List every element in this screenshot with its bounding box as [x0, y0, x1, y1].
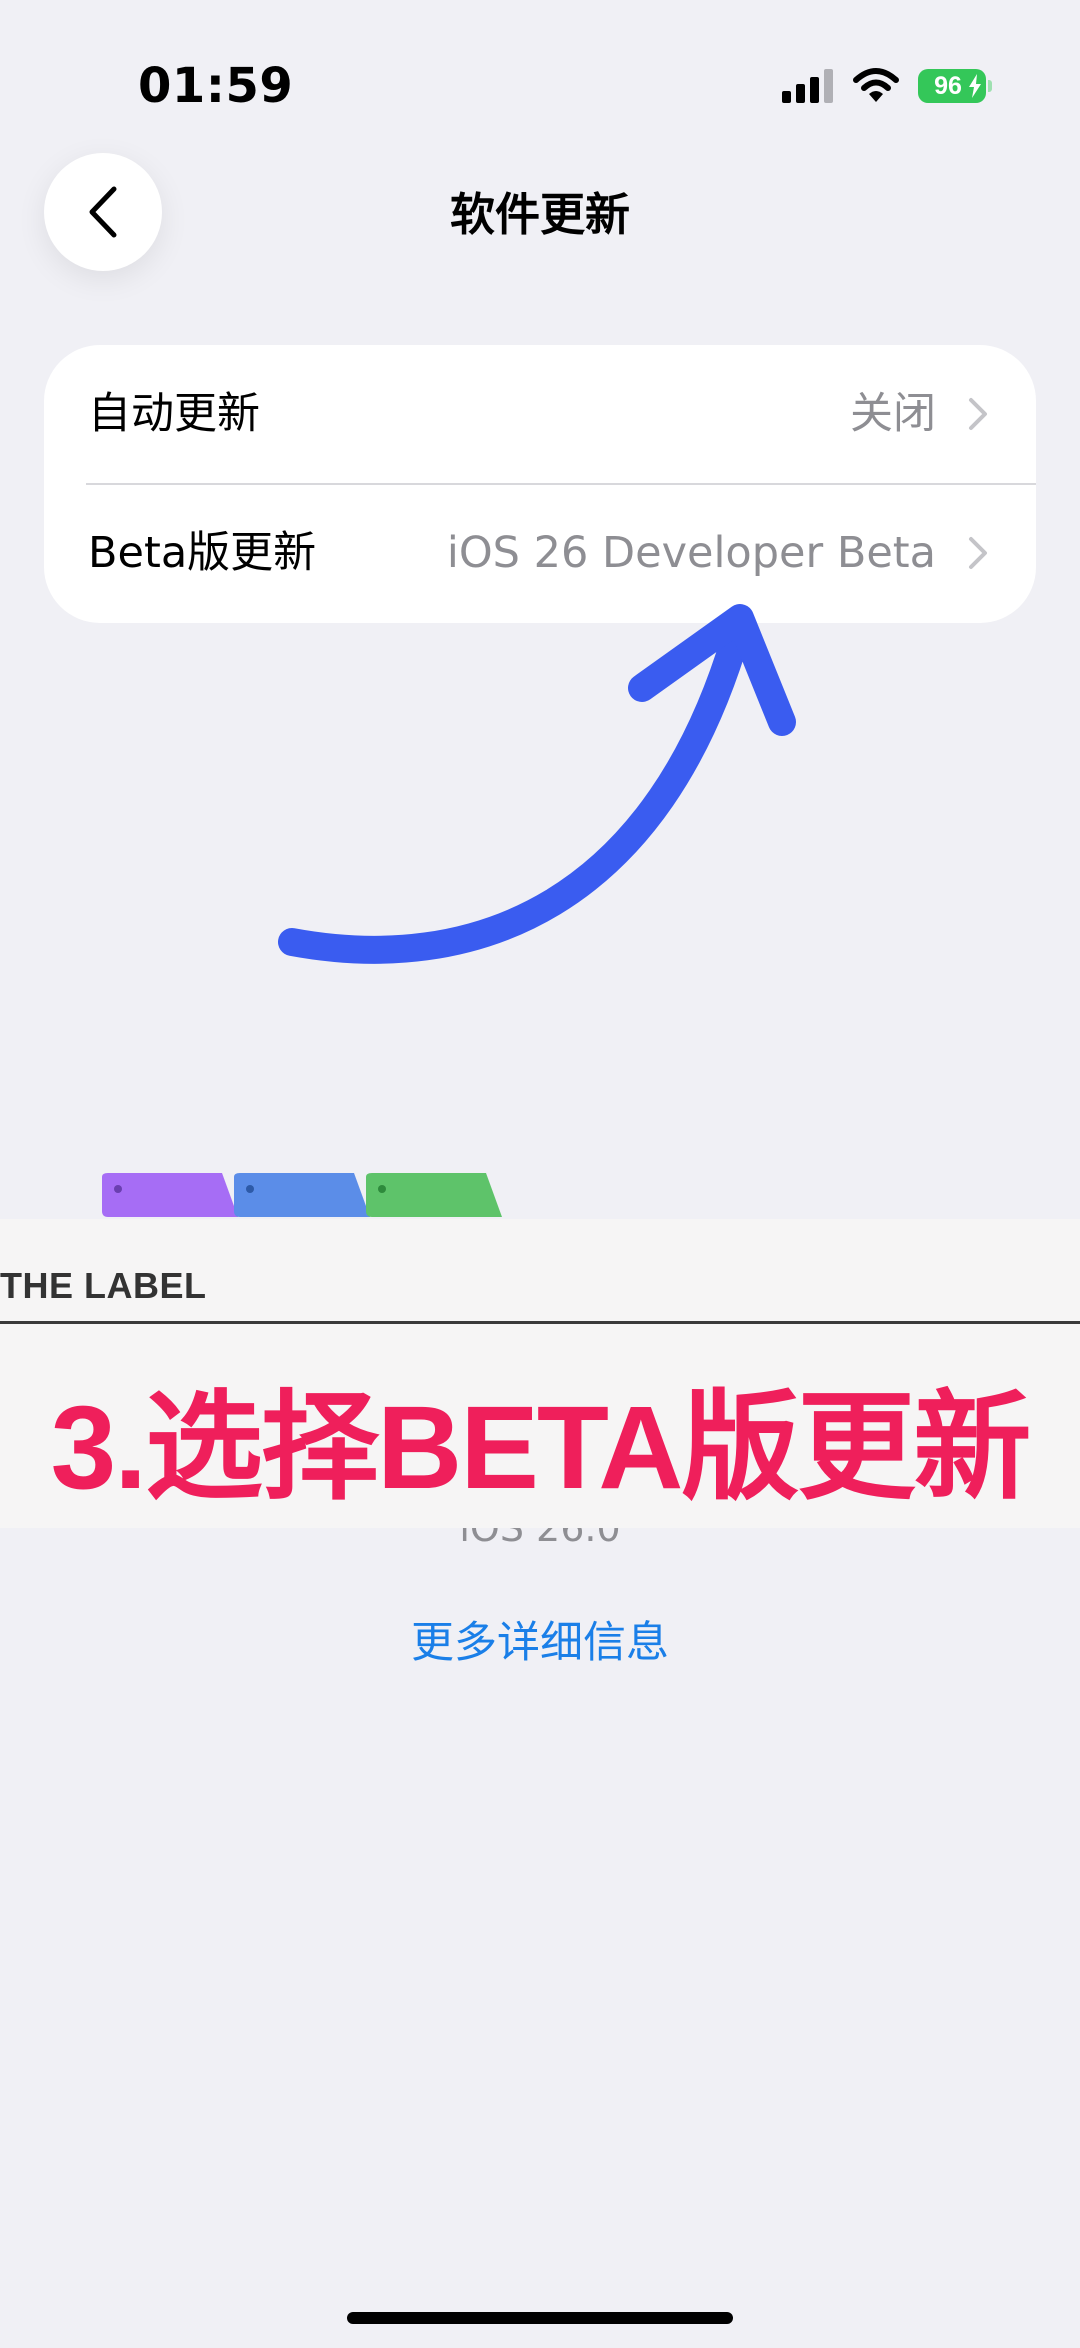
- auto-update-value: 关闭: [850, 389, 936, 439]
- more-info-link[interactable]: 更多详细信息: [0, 1608, 1080, 1670]
- step-caption: 3.选择BETA版更新: [50, 1382, 1032, 1514]
- wifi-icon: [853, 68, 899, 102]
- chevron-right-icon: [969, 537, 987, 569]
- page-title: 软件更新: [449, 188, 630, 241]
- cellular-signal-icon: [782, 69, 833, 103]
- label-tabs: [102, 1173, 502, 1217]
- label-header: THE LABEL: [0, 1265, 207, 1306]
- settings-card: 自动更新 关闭 Beta版更新 iOS 26 Developer Beta: [44, 345, 1036, 623]
- status-bar: 01:59 96: [0, 0, 1080, 170]
- battery-level: 96: [934, 72, 962, 100]
- status-icons: 96: [782, 62, 992, 110]
- home-indicator[interactable]: [347, 2312, 733, 2324]
- annotation-arrow-icon: [278, 604, 796, 964]
- label-divider: [0, 1321, 1080, 1324]
- overlay-label: THE LABEL 3.选择BETA版更新: [0, 1173, 1080, 1528]
- battery-charging-icon: 96: [918, 69, 992, 103]
- status-time: 01:59: [138, 58, 294, 114]
- chevron-right-icon: [969, 398, 987, 430]
- auto-update-label: 自动更新: [88, 389, 260, 439]
- auto-update-row[interactable]: 自动更新 关闭: [44, 345, 1036, 485]
- bolt-icon: [969, 74, 981, 98]
